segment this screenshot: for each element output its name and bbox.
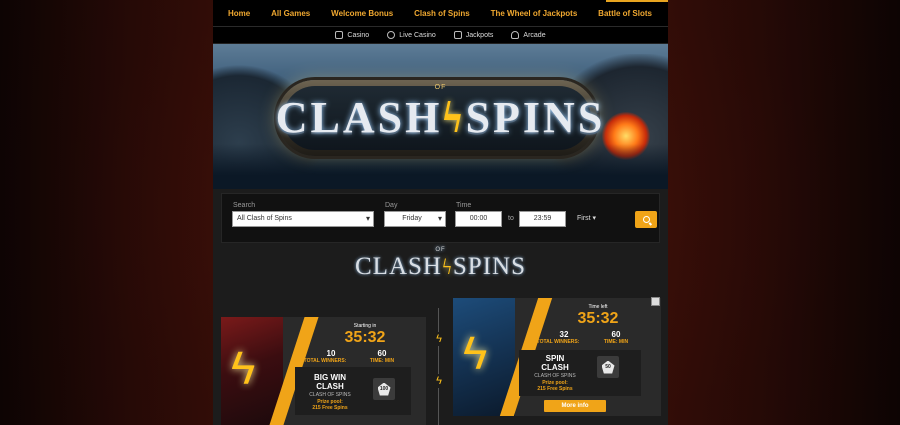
card-winners-value: 10 bbox=[326, 349, 336, 358]
time-to-value: 23:59 bbox=[533, 215, 552, 222]
search-select[interactable]: All Clash of Spins bbox=[232, 211, 374, 227]
search-icon bbox=[642, 216, 650, 223]
subnav-jackpots-label: Jackpots bbox=[465, 31, 494, 39]
nav-welcome-bonus[interactable]: Welcome Bonus bbox=[331, 9, 393, 18]
background-right-art bbox=[668, 0, 900, 425]
jackpots-icon bbox=[453, 31, 462, 39]
card-winners-label: TOTAL WINNERS: bbox=[536, 339, 580, 345]
hero-logo-of: OF bbox=[434, 84, 447, 91]
card-badge: 100 bbox=[373, 378, 395, 400]
card-badge-value: 50 bbox=[605, 364, 611, 370]
card-time-unit-label: TIME: MIN bbox=[369, 358, 395, 364]
tournament-card-spin-clash[interactable]: ϟ Time left 35:32 32 TOTAL WINNERS: 60 T… bbox=[453, 298, 661, 416]
card-countdown: 35:32 bbox=[344, 329, 386, 346]
card-prize: Prize pool: 215 Free Spins bbox=[519, 380, 591, 392]
timeline-line bbox=[438, 308, 439, 425]
search-label: Search bbox=[233, 202, 256, 209]
more-info-button[interactable]: More info bbox=[544, 400, 606, 412]
top-navigation: Home All Games Welcome Bonus Clash of Sp… bbox=[213, 0, 668, 27]
broken-image-icon bbox=[651, 297, 660, 306]
card-prize-value: 215 Free Spins bbox=[537, 386, 573, 392]
card-winners-value: 32 bbox=[559, 330, 569, 339]
time-from-value: 00:00 bbox=[469, 215, 488, 222]
brand-left: CLASH bbox=[355, 253, 442, 280]
order-select[interactable]: First bbox=[577, 214, 596, 222]
card-subtitle: CLASH OF SPINS bbox=[309, 392, 351, 398]
day-select[interactable]: Friday bbox=[384, 211, 446, 227]
pentagon-badge-icon: 100 bbox=[377, 382, 391, 396]
lightning-icon: ϟ bbox=[442, 93, 466, 142]
card-badge: 50 bbox=[597, 356, 619, 378]
nav-all-games[interactable]: All Games bbox=[271, 9, 310, 18]
card-title-line2: CLASH bbox=[316, 382, 344, 391]
live-casino-icon bbox=[387, 31, 396, 39]
card-winners-label: TOTAL WINNERS: bbox=[303, 358, 347, 364]
brand-of: OF bbox=[435, 247, 446, 253]
time-to-input[interactable]: 23:59 bbox=[519, 211, 566, 227]
tournament-card-big-win-clash[interactable]: ϟ Starting in 35:32 10 TOTAL WINNERS: 60… bbox=[221, 317, 426, 425]
card-info-panel: SPIN CLASH CLASH OF SPINS Prize pool: 21… bbox=[519, 350, 641, 396]
nav-battle-of-slots[interactable]: Battle of Slots bbox=[598, 9, 652, 18]
card-prize-value: 215 Free Spins bbox=[312, 405, 348, 411]
subnav-arcade-label: Arcade bbox=[523, 31, 546, 39]
card-title: SPIN CLASH bbox=[519, 354, 591, 372]
subnav-live-casino-label: Live Casino bbox=[399, 31, 436, 39]
subnav-live-casino[interactable]: Live Casino bbox=[387, 31, 436, 39]
hero-logo-right: SPINS bbox=[465, 93, 606, 142]
lightning-icon: ϟ bbox=[231, 342, 256, 394]
pentagon-badge-icon: 50 bbox=[601, 360, 615, 374]
card-subtitle: CLASH OF SPINS bbox=[534, 373, 576, 379]
time-from-input[interactable]: 00:00 bbox=[455, 211, 502, 227]
card-badge-value: 100 bbox=[379, 386, 389, 392]
day-label: Day bbox=[385, 202, 398, 209]
search-button[interactable] bbox=[635, 211, 657, 228]
subnav-jackpots[interactable]: Jackpots bbox=[453, 31, 494, 39]
card-title: BIG WIN CLASH bbox=[295, 373, 365, 391]
nav-home[interactable]: Home bbox=[228, 9, 250, 18]
hero-logo: CLASHϟSPINS bbox=[213, 92, 668, 143]
card-time-value: 60 bbox=[611, 330, 621, 339]
card-title-line2: CLASH bbox=[541, 363, 569, 372]
brand-right: SPINS bbox=[452, 253, 526, 280]
time-label: Time bbox=[456, 202, 472, 209]
subnav-casino-label: Casino bbox=[347, 31, 370, 39]
time-to-text: to bbox=[508, 215, 514, 222]
main-page: Home All Games Welcome Bonus Clash of Sp… bbox=[213, 0, 668, 425]
card-time-value: 60 bbox=[377, 349, 387, 358]
card-info-panel: BIG WIN CLASH CLASH OF SPINS Prize pool:… bbox=[295, 367, 411, 415]
lightning-icon: ϟ bbox=[463, 327, 488, 379]
subnav-arcade[interactable]: Arcade bbox=[511, 31, 546, 39]
card-prize: Prize pool: 215 Free Spins bbox=[295, 399, 365, 411]
card-title-line1: BIG WIN bbox=[314, 373, 346, 382]
timeline-lightning-icon: ϟ bbox=[432, 332, 446, 346]
hero-banner: OF CLASHϟSPINS bbox=[213, 44, 668, 189]
casino-icon bbox=[335, 31, 344, 39]
arcade-icon bbox=[511, 31, 520, 39]
clash-of-spins-logo: OF CLASHϟSPINS bbox=[213, 247, 668, 281]
nav-wheel-of-jackpots[interactable]: The Wheel of Jackpots bbox=[491, 9, 578, 18]
day-select-value: Friday bbox=[402, 215, 422, 222]
nav-clash-of-spins[interactable]: Clash of Spins bbox=[414, 9, 470, 18]
timeline-lightning-icon: ϟ bbox=[432, 374, 446, 388]
background-left-art bbox=[0, 0, 215, 425]
card-title-line1: SPIN bbox=[545, 354, 565, 363]
search-select-value: All Clash of Spins bbox=[237, 215, 292, 222]
subnav-casino[interactable]: Casino bbox=[335, 31, 369, 39]
search-panel: Search All Clash of Spins Day Friday Tim… bbox=[221, 193, 660, 243]
active-indicator bbox=[606, 0, 668, 2]
card-time-unit-label: TIME: MIN bbox=[603, 339, 629, 345]
hero-logo-left: CLASH bbox=[275, 93, 443, 142]
lightning-icon: ϟ bbox=[441, 254, 453, 279]
card-countdown: 35:32 bbox=[577, 310, 619, 327]
sub-navigation: Casino Live Casino Jackpots Arcade bbox=[213, 27, 668, 44]
